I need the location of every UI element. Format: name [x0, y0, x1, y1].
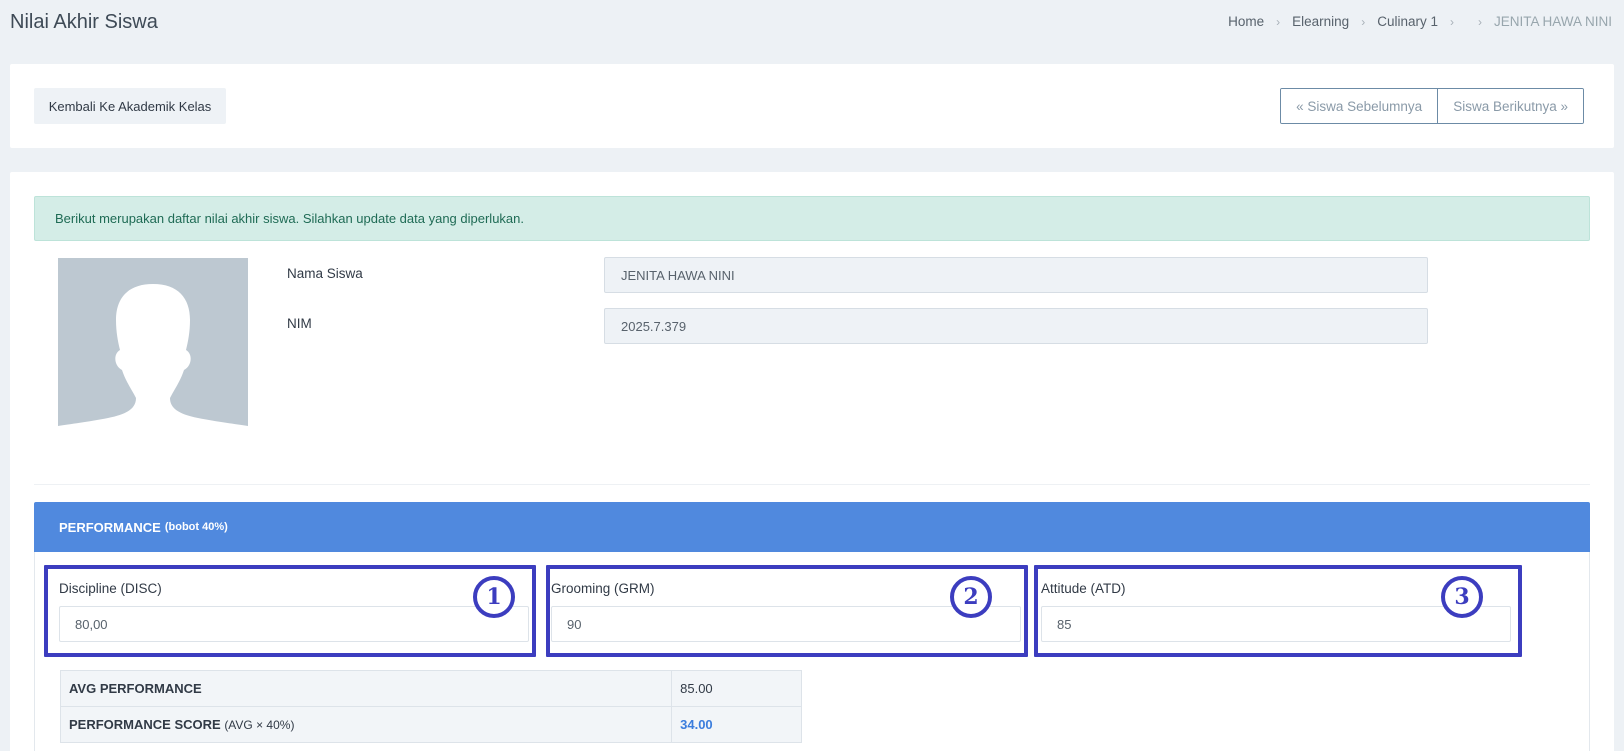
- avatar: [58, 258, 248, 428]
- discipline-label: Discipline (DISC): [59, 581, 162, 596]
- nim-label: NIM: [287, 316, 312, 331]
- grooming-label: Grooming (GRM): [551, 581, 655, 596]
- breadcrumb-current: JENITA HAWA NINI: [1493, 14, 1612, 29]
- performance-score-text: PERFORMANCE SCORE: [69, 717, 221, 732]
- prev-student-button[interactable]: « Siswa Sebelumnya: [1281, 89, 1438, 123]
- attitude-label: Attitude (ATD): [1041, 581, 1126, 596]
- breadcrumb-culinary[interactable]: Culinary 1: [1377, 14, 1438, 29]
- performance-score-formula: (AVG × 40%): [224, 718, 295, 732]
- marker-1-badge: 1: [473, 576, 515, 618]
- performance-title: PERFORMANCE: [59, 519, 161, 535]
- discipline-highlight-box: Discipline (DISC) 80,00 1: [44, 565, 536, 657]
- nim-field[interactable]: 2025.7.379: [604, 308, 1428, 344]
- user-silhouette-icon: [58, 258, 248, 428]
- page-title: Nilai Akhir Siswa: [10, 11, 158, 33]
- next-student-button[interactable]: Siswa Berikutnya »: [1437, 89, 1583, 123]
- table-row: PERFORMANCE SCORE (AVG × 40%) 34.00: [59, 706, 802, 743]
- divider: [34, 484, 1590, 485]
- chevron-right-icon: ›: [1361, 14, 1366, 29]
- performance-score-value: 34.00: [671, 706, 802, 743]
- student-name-label: Nama Siswa: [287, 266, 363, 281]
- breadcrumb-elearning[interactable]: Elearning: [1292, 14, 1349, 29]
- avg-performance-label: AVG PERFORMANCE: [59, 670, 673, 707]
- grooming-highlight-box: Grooming (GRM) 90 2: [546, 565, 1028, 657]
- student-name-field[interactable]: JENITA HAWA NINI: [604, 257, 1428, 293]
- student-pager: « Siswa Sebelumnya Siswa Berikutnya »: [1280, 88, 1584, 124]
- avg-performance-text: AVG PERFORMANCE: [69, 681, 202, 696]
- discipline-input[interactable]: 80,00: [59, 606, 529, 642]
- marker-3-badge: 3: [1441, 576, 1483, 618]
- breadcrumb: Home › Elearning › Culinary 1 › › JENITA…: [1228, 14, 1612, 29]
- info-alert: Berikut merupakan daftar nilai akhir sis…: [34, 196, 1590, 241]
- marker-2-badge: 2: [950, 576, 992, 618]
- performance-summary-table: AVG PERFORMANCE 85.00 PERFORMANCE SCORE …: [59, 670, 802, 743]
- page-header: Nilai Akhir Siswa Home › Elearning › Cul…: [0, 0, 1624, 46]
- attitude-input[interactable]: 85: [1041, 606, 1511, 642]
- grade-card: Berikut merupakan daftar nilai akhir sis…: [10, 172, 1614, 751]
- breadcrumb-home[interactable]: Home: [1228, 14, 1264, 29]
- table-row: AVG PERFORMANCE 85.00: [59, 670, 802, 707]
- performance-header: PERFORMANCE (bobot 40%): [34, 502, 1590, 552]
- chevron-right-icon: ›: [1449, 14, 1454, 29]
- chevron-right-icon: ›: [1276, 14, 1281, 29]
- toolbar-card: Kembali Ke Akademik Kelas « Siswa Sebelu…: [10, 64, 1614, 148]
- back-to-class-button[interactable]: Kembali Ke Akademik Kelas: [34, 88, 226, 124]
- grooming-input[interactable]: 90: [551, 606, 1021, 642]
- attitude-highlight-box: Attitude (ATD) 85 3: [1034, 565, 1522, 657]
- performance-score-label: PERFORMANCE SCORE (AVG × 40%): [59, 706, 673, 743]
- performance-weight: (bobot 40%): [164, 521, 228, 533]
- chevron-right-icon: ›: [1477, 14, 1482, 29]
- avg-performance-value: 85.00: [671, 670, 802, 707]
